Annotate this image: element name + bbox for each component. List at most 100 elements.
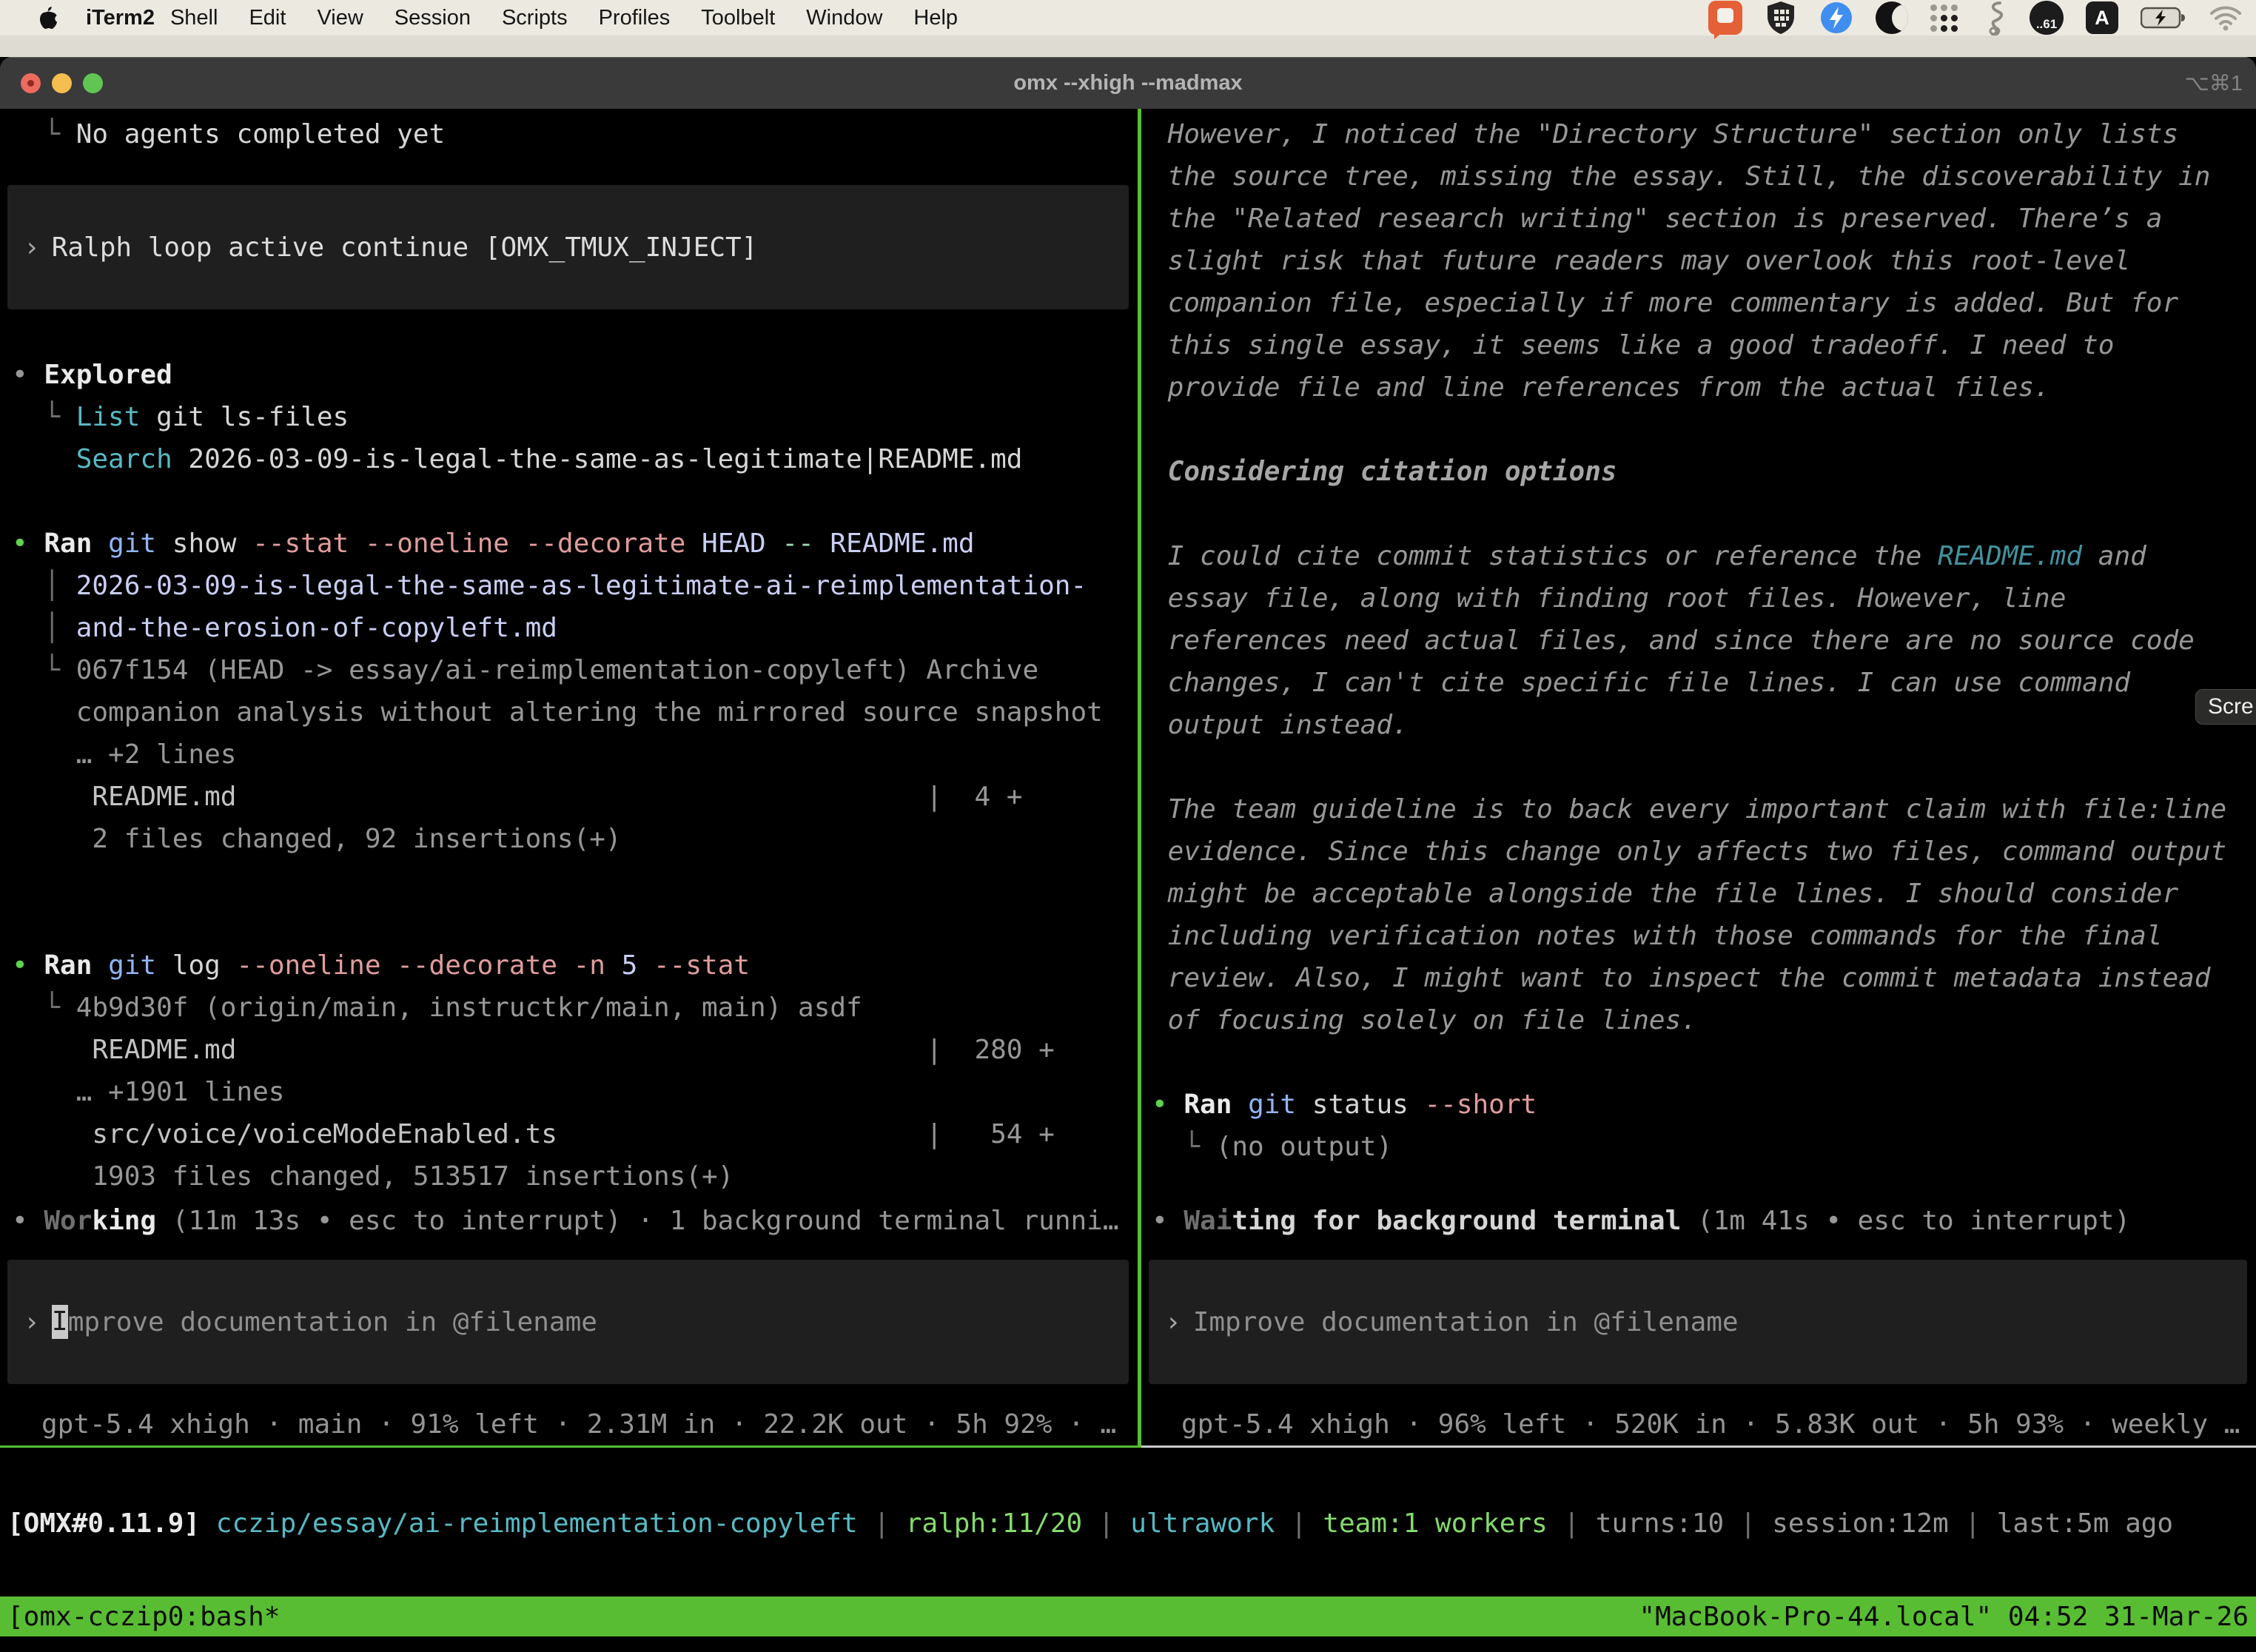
waiting-status-line: • Waiting for background terminal (1m 41… bbox=[1152, 1200, 2253, 1242]
terminal-line: Considering citation options bbox=[1152, 451, 2253, 493]
terminal-line: provide file and line references from th… bbox=[1152, 366, 2253, 409]
terminal-line: the "Related research writing" section i… bbox=[1152, 198, 2253, 240]
counter-badge-icon[interactable]: ..61 bbox=[2030, 1, 2064, 35]
menu-bar: iTerm2 ShellEditViewSessionScriptsProfil… bbox=[0, 0, 2256, 36]
menu-app-name[interactable]: iTerm2 bbox=[86, 6, 155, 30]
desktop-background-strip bbox=[0, 36, 2256, 57]
terminal-line: Search 2026-03-09-is-legal-the-same-as-l… bbox=[12, 438, 1135, 480]
shield-grid-icon[interactable] bbox=[1765, 0, 1797, 36]
menu-item-profiles[interactable]: Profiles bbox=[583, 6, 686, 30]
menu-item-session[interactable]: Session bbox=[379, 6, 486, 30]
terminal-line bbox=[12, 480, 1135, 523]
terminal-line: The team guideline is to back every impo… bbox=[1152, 788, 2253, 830]
battery-icon[interactable] bbox=[2141, 6, 2186, 30]
lightning-badge-icon[interactable] bbox=[1819, 1, 1853, 35]
left-initial-input-box[interactable]: › Ralph loop active continue [OMX_TMUX_IN… bbox=[7, 185, 1129, 309]
pane-left: └ No agents completed yet › Ralph loop ac… bbox=[0, 109, 1138, 1446]
panes-row: └ No agents completed yet › Ralph loop ac… bbox=[0, 109, 2256, 1446]
iterm-window: omx --xhigh --madmax ⌥⌘1 └ No agents com… bbox=[0, 57, 2256, 1652]
left-agent-summary: └ No agents completed yet bbox=[12, 113, 1135, 155]
terminal-line: │ 2026-03-09-is-legal-the-same-as-legiti… bbox=[12, 565, 1135, 607]
terminal-line: the source tree, missing the essay. Stil… bbox=[1152, 155, 2253, 198]
terminal-line: However, I noticed the "Directory Struct… bbox=[1152, 113, 2253, 155]
terminal-line: output instead. bbox=[1152, 704, 2253, 746]
menu-item-shell[interactable]: Shell bbox=[155, 6, 234, 30]
terminal-line: [OMX#0.11.9] cczip/essay/ai-reimplementa… bbox=[7, 1502, 2256, 1545]
pane-bottom-borders bbox=[0, 1446, 2256, 1448]
terminal-line: 1903 files changed, 513517 insertions(+) bbox=[12, 1155, 1135, 1198]
menu-item-help[interactable]: Help bbox=[898, 6, 973, 30]
input-placeholder: Improve documentation in @filename bbox=[1193, 1307, 1739, 1337]
terminal-content: └ No agents completed yet › Ralph loop ac… bbox=[0, 109, 2256, 1652]
menu-item-scripts[interactable]: Scripts bbox=[486, 6, 583, 30]
prompt-chevron: › bbox=[1165, 1307, 1181, 1337]
terminal-line bbox=[1152, 409, 2253, 451]
terminal-line: └ (no output) bbox=[1152, 1126, 2253, 1168]
right-model-status: gpt-5.4 xhigh · 96% left · 520K in · 5.8… bbox=[1152, 1403, 2253, 1446]
terminal-line: • Ran git show --stat --oneline --decora… bbox=[12, 523, 1135, 565]
terminal-line: • Working (11m 13s • esc to interrupt) ·… bbox=[12, 1200, 1135, 1242]
letter-a-icon[interactable]: A bbox=[2086, 1, 2118, 34]
terminal-line bbox=[1152, 1041, 2253, 1084]
terminal-line bbox=[12, 902, 1135, 944]
menu-item-toolbelt[interactable]: Toolbelt bbox=[685, 6, 790, 30]
terminal-line: README.md | 4 + bbox=[12, 776, 1135, 818]
terminal-line: including verification notes with those … bbox=[1152, 915, 2253, 957]
terminal-line: this single essay, it seems like a good … bbox=[1152, 324, 2253, 366]
terminal-line: companion file, especially if more comme… bbox=[1152, 282, 2253, 324]
terminal-line: README.md | 280 + bbox=[12, 1029, 1135, 1071]
terminal-line: • Ran git log --oneline --decorate -n 5 … bbox=[12, 944, 1135, 987]
window-title: omx --xhigh --madmax bbox=[0, 58, 2256, 109]
terminal-line: I could cite commit statistics or refere… bbox=[1152, 535, 2253, 577]
tmux-status-bar: [omx-cczip0:bash* "MacBook-Pro-44.local"… bbox=[0, 1596, 2256, 1636]
apple-menu-icon[interactable] bbox=[38, 6, 58, 30]
prompt-chevron: › bbox=[24, 232, 40, 263]
crescent-circle-icon[interactable] bbox=[1876, 1, 1908, 34]
terminal-line: └ 4b9d30f (origin/main, instructkr/main,… bbox=[12, 987, 1135, 1029]
terminal-line: of focusing solely on file lines. bbox=[1152, 999, 2253, 1041]
menu-item-edit[interactable]: Edit bbox=[233, 6, 301, 30]
terminal-line: might be acceptable alongside the file l… bbox=[1152, 873, 2253, 915]
window-title-bar[interactable]: omx --xhigh --madmax ⌥⌘1 bbox=[0, 57, 2256, 109]
right-transcript: However, I noticed the "Directory Struct… bbox=[1152, 113, 2253, 1168]
menu-item-view[interactable]: View bbox=[301, 6, 378, 30]
left-bottom-cluster: • Working (11m 13s • esc to interrupt) ·… bbox=[12, 1200, 1135, 1446]
input-placeholder: mprove documentation in @filename bbox=[68, 1307, 597, 1337]
terminal-line: └ No agents completed yet bbox=[12, 113, 1135, 155]
omx-status-line: [OMX#0.11.9] cczip/essay/ai-reimplementa… bbox=[0, 1502, 2256, 1545]
screen: iTerm2 ShellEditViewSessionScriptsProfil… bbox=[0, 0, 2256, 1652]
terminal-line: • Explored bbox=[12, 354, 1135, 396]
prompt-chevron: › bbox=[24, 1307, 40, 1337]
terminal-line: • Ran git status --short bbox=[1152, 1084, 2253, 1126]
text-cursor: I bbox=[52, 1305, 68, 1339]
right-input-box[interactable]: › Improve documentation in @filename bbox=[1149, 1260, 2247, 1384]
dots-grid-icon[interactable] bbox=[1930, 3, 1960, 33]
left-input-box[interactable]: › Improve documentation in @filename bbox=[7, 1260, 1129, 1384]
menu-item-window[interactable]: Window bbox=[790, 6, 898, 30]
menubar-status-icons: ..61 A bbox=[1708, 0, 2243, 36]
chat-app-icon[interactable] bbox=[1708, 1, 1742, 35]
terminal-line bbox=[1152, 493, 2253, 535]
left-model-status: gpt-5.4 xhigh · main · 91% left · 2.31M … bbox=[12, 1403, 1135, 1446]
terminal-line: slight risk that future readers may over… bbox=[1152, 240, 2253, 282]
pane-right: However, I noticed the "Directory Struct… bbox=[1141, 109, 2256, 1446]
terminal-line bbox=[12, 860, 1135, 902]
terminal-line: … +2 lines bbox=[12, 733, 1135, 776]
working-status-line: • Working (11m 13s • esc to interrupt) ·… bbox=[12, 1200, 1135, 1242]
terminal-line: src/voice/voiceModeEnabled.ts | 54 + bbox=[12, 1113, 1135, 1155]
terminal-line: essay file, along with finding root file… bbox=[1152, 577, 2253, 620]
terminal-line: changes, I can't cite specific file line… bbox=[1152, 662, 2253, 704]
squiggle-icon[interactable] bbox=[1982, 0, 2007, 36]
right-bottom-cluster: • Waiting for background terminal (1m 41… bbox=[1152, 1200, 2253, 1446]
terminal-line: companion analysis without altering the … bbox=[12, 691, 1135, 733]
inactive-pane-border bbox=[1141, 1446, 2256, 1448]
screen-tooltip: Scre bbox=[2195, 689, 2256, 725]
wifi-icon[interactable] bbox=[2209, 4, 2243, 31]
menu-items: ShellEditViewSessionScriptsProfilesToolb… bbox=[155, 6, 973, 30]
terminal-line: evidence. Since this change only affects… bbox=[1152, 830, 2253, 873]
terminal-line: references need actual files, and since … bbox=[1152, 620, 2253, 662]
injected-command-text: Ralph loop active continue [OMX_TMUX_INJ… bbox=[52, 232, 758, 263]
left-transcript: • Explored └ List git ls-files Search 20… bbox=[12, 354, 1135, 1198]
terminal-line: └ List git ls-files bbox=[12, 396, 1135, 438]
tmux-host-clock: "MacBook-Pro-44.local" 04:52 31-Mar-26 bbox=[1639, 1602, 2249, 1632]
